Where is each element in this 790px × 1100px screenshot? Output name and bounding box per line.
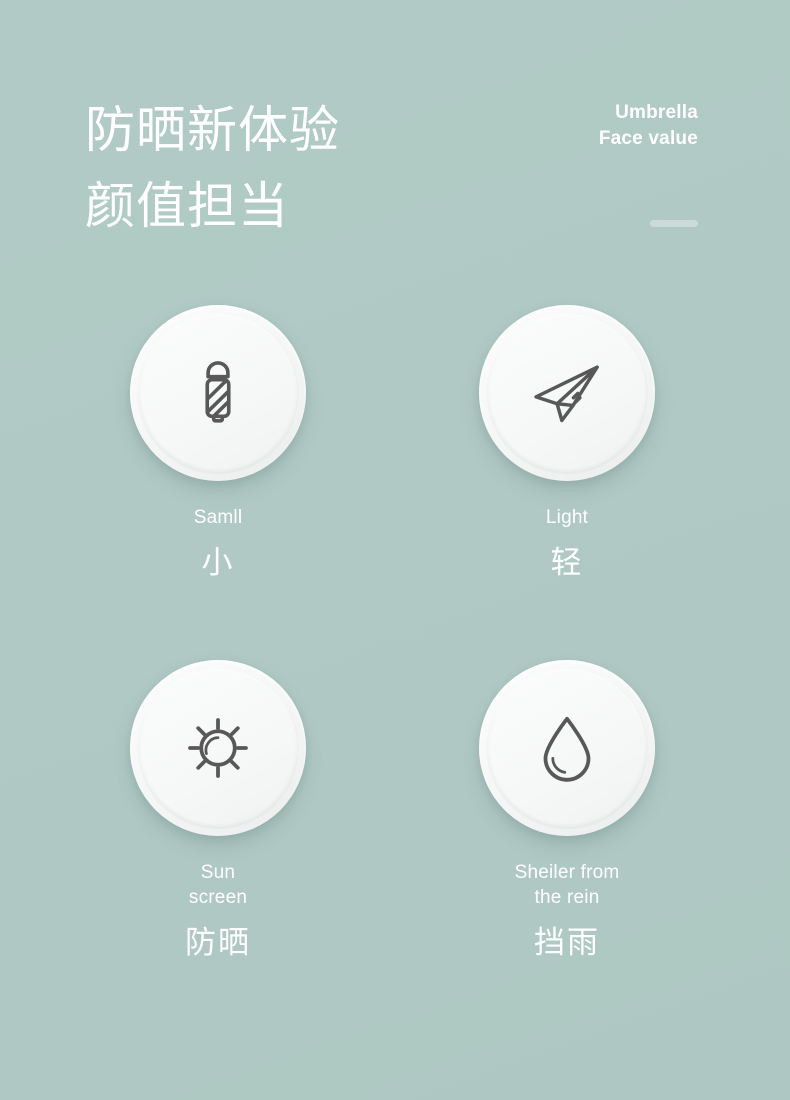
feature-icon-disc: [479, 305, 655, 481]
caption-en-line: Sun: [200, 862, 236, 883]
caption-en-line: Sheiler from: [514, 862, 620, 883]
eyebrow-line-1: Umbrella: [615, 102, 698, 123]
disc-inner-face: [139, 669, 297, 827]
eyebrow-text: Umbrella Face value: [599, 100, 698, 152]
disc-inner-face: [488, 314, 646, 472]
disc-inner-face: [139, 314, 297, 472]
header: 防晒新体验 颜值担当 Umbrella Face value: [0, 0, 790, 290]
caption-en-line: the rein: [534, 887, 600, 908]
feature-caption-cn: 挡雨: [534, 925, 600, 960]
water-drop-icon: [543, 716, 591, 782]
feature-item-small: Samll 小: [68, 305, 368, 583]
paper-plane-icon: [534, 365, 599, 423]
feature-item-light: Light 轻: [417, 305, 717, 583]
feature-caption-cn: 小: [201, 545, 235, 580]
feature-caption-en: Sun screen: [68, 860, 368, 910]
feature-icon-disc: [479, 660, 655, 836]
feature-item-sunscreen: Sun screen 防晒: [68, 660, 368, 963]
headline-line-1: 防晒新体验: [85, 102, 340, 158]
caption-en-line: Samll: [193, 507, 243, 528]
caption-en-line: Light: [545, 507, 589, 528]
feature-icon-disc: [130, 660, 306, 836]
feature-item-rainproof: Sheiler from the rein 挡雨: [417, 660, 717, 963]
feature-caption-cn: 防晒: [185, 925, 251, 960]
feature-caption-en: Samll: [68, 505, 368, 530]
page-title: 防晒新体验 颜值担当: [85, 92, 340, 244]
headline-line-2: 颜值担当: [85, 178, 289, 234]
feature-caption-en: Sheiler from the rein: [417, 860, 717, 910]
eyebrow-line-2: Face value: [598, 128, 698, 149]
sun-icon: [188, 718, 248, 778]
feature-icon-disc: [130, 305, 306, 481]
divider-bar: [650, 220, 698, 227]
promo-page: 防晒新体验 颜值担当 Umbrella Face value Samll 小 L…: [0, 0, 790, 1100]
feature-caption-cn: 轻: [550, 545, 584, 580]
disc-inner-face: [488, 669, 646, 827]
caption-en-line: screen: [188, 887, 248, 908]
folded-umbrella-icon: [205, 361, 231, 423]
feature-grid: Samll 小 Light 轻 Sun screen 防晒 Sheiler fr…: [0, 300, 790, 1090]
feature-caption-en: Light: [417, 505, 717, 530]
